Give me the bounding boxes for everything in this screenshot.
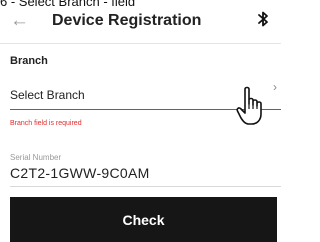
check-button[interactable]: Check xyxy=(10,197,277,242)
bluetooth-icon-svg xyxy=(258,11,268,27)
branch-error-message: Branch field is required xyxy=(10,120,82,127)
hand-pointer-icon xyxy=(236,86,262,125)
chevron-right-icon[interactable]: › xyxy=(273,80,277,94)
back-arrow-icon[interactable]: ← xyxy=(10,11,29,31)
branch-select-value[interactable]: Select Branch xyxy=(10,88,85,102)
screenshot-caption: 6 - Select Branch - field xyxy=(0,0,136,9)
bluetooth-icon xyxy=(257,11,269,32)
serial-number-field[interactable]: C2T2-1GWW-9C0AM xyxy=(10,165,150,181)
app-bar: ← Device Registration xyxy=(0,10,281,40)
branch-section-label: Branch xyxy=(10,55,48,67)
serial-number-underline xyxy=(10,186,281,187)
serial-number-label: Serial Number xyxy=(10,153,62,162)
page-title: Device Registration xyxy=(52,12,202,29)
appbar-divider xyxy=(0,43,281,44)
